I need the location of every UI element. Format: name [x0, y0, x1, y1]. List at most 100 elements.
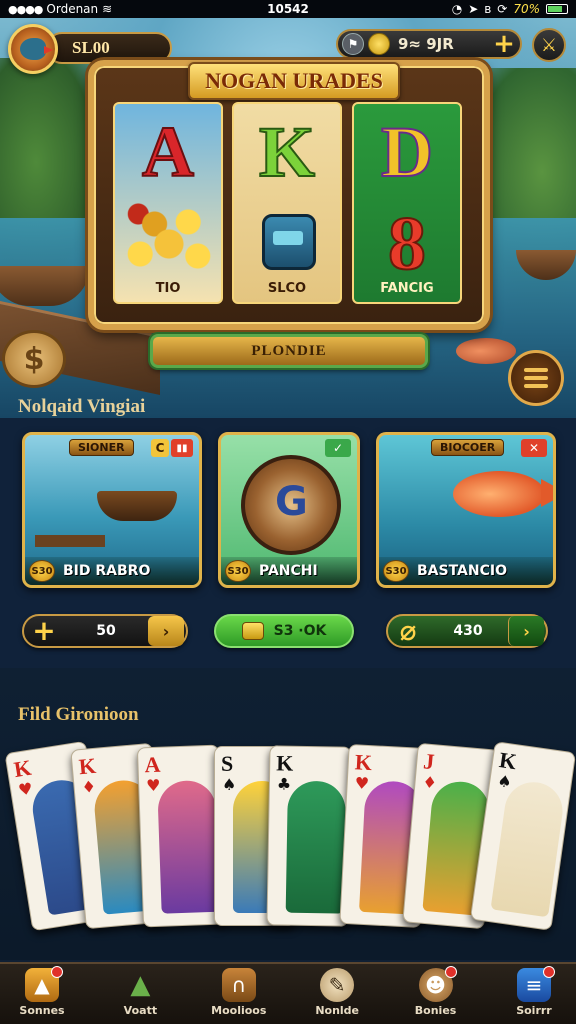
parrot-icon	[20, 38, 53, 60]
reel-1[interactable]: A TIO	[113, 102, 223, 304]
nav-label: Soirrr	[516, 1004, 552, 1017]
tree-glyph: ▲	[130, 970, 151, 1000]
playing-card[interactable]: A ♥	[136, 744, 226, 928]
settings-button[interactable]: ⚔	[532, 28, 566, 62]
card-art	[157, 779, 220, 914]
notification-dot	[51, 966, 63, 978]
increase-bet-button[interactable]: +	[24, 616, 64, 646]
bet-value: S3 ·OK	[273, 623, 327, 639]
coin-value: 9≈ 9JR	[398, 35, 454, 53]
status-right: ◔ ➤ ʙ ⟳ 70%	[452, 2, 568, 16]
monkey-icon: ☻	[418, 966, 457, 1002]
confirm-bet-button[interactable]: S3 ·OK	[214, 614, 354, 648]
reel-symbol-8: 8	[387, 202, 427, 286]
reel-label: SLCO	[267, 281, 307, 296]
nav-label: Nonlde	[315, 1004, 360, 1017]
sync-icon: ⟳	[497, 2, 508, 16]
dollar-coin-icon[interactable]: $	[2, 330, 66, 388]
spade-icon: ♠	[222, 775, 237, 794]
profile-avatar[interactable]	[8, 24, 58, 74]
game-cost-badge: S30	[29, 560, 55, 582]
game-cost-badge: S30	[225, 560, 251, 582]
bluetooth-icon: ʙ	[484, 2, 492, 16]
heart-icon: ♥	[354, 773, 370, 794]
monkey-glyph: ☻	[425, 973, 446, 997]
game-card-shield[interactable]: ✓ S30 PANCHI	[218, 432, 360, 588]
game-card-boat[interactable]: SIONER C ▮▮ S30 BID RABRO	[22, 432, 202, 588]
add-coins-button[interactable]: +	[492, 31, 516, 57]
nav-item-note[interactable]: ✎ Nonlde	[303, 968, 371, 1024]
next-arrow-button[interactable]: ›	[148, 616, 184, 646]
reel-2[interactable]: K SLCO	[232, 102, 342, 304]
game-name: BASTANCIO	[417, 563, 507, 579]
play-button[interactable]: PLONDIE	[150, 334, 428, 368]
balance-value: SL00	[72, 38, 110, 57]
menu-button[interactable]	[508, 350, 564, 406]
notification-dot	[444, 966, 457, 978]
club-icon: ♣	[276, 774, 292, 794]
nav-item-arch[interactable]: ∩ Moolioos	[205, 968, 273, 1024]
coin-balance: ⚑ 9≈ 9JR +	[336, 29, 522, 59]
status-bar: ●●●● Ordenan ≋ 10542 ◔ ➤ ʙ ⟳ 70%	[0, 0, 576, 18]
coin-pile-icon	[121, 184, 217, 284]
card-rank: K	[276, 750, 294, 776]
nav-item-bonus[interactable]: ☻ Bonies	[402, 966, 470, 1024]
menu-line	[524, 376, 548, 380]
close-icon[interactable]: ✕	[521, 439, 547, 457]
carrier-label: Ordenan	[46, 2, 99, 16]
status-left: ●●●● Ordenan ≋	[8, 2, 112, 16]
home-icon: ▲	[25, 966, 63, 1002]
game-tag: BIOCOER	[431, 439, 505, 456]
bet-stepper-1: + 50 ›	[22, 614, 188, 648]
cards-section-title: Fild Gironioon	[18, 704, 139, 725]
reel-symbol-d: D	[380, 111, 434, 193]
game-card-footer: S30 BID RABRO	[25, 557, 199, 585]
battery-percent: 70%	[513, 2, 540, 16]
check-icon: ✓	[325, 439, 351, 457]
location-icon: ➤	[468, 2, 479, 16]
coin-stack-icon	[241, 622, 264, 640]
nav-item-chat[interactable]: ≡ Soirrr	[500, 966, 568, 1024]
diamond-icon: ♦	[421, 772, 438, 793]
reel-label: FANCIG	[380, 281, 434, 296]
arch-icon: ∩	[221, 968, 256, 1002]
next-arrow-button[interactable]: ›	[508, 616, 544, 646]
card-rank: S	[221, 751, 234, 776]
nav-label: Moolioos	[211, 1004, 267, 1017]
alarm-icon: ◔	[451, 2, 463, 16]
game-card-fish[interactable]: BIOCOER ✕ S30 BASTANCIO	[376, 432, 556, 588]
koi-fish-art	[453, 471, 553, 517]
game-card-footer: S30 BASTANCIO	[379, 557, 553, 585]
crossed-swords-icon: ⚔	[540, 34, 558, 56]
chat-icon: ≡	[516, 966, 555, 1002]
notification-dot	[542, 966, 555, 978]
wifi-icon: ≋	[102, 2, 113, 16]
nav-label: Voatt	[123, 1004, 158, 1017]
heart-icon: ♥	[145, 775, 161, 796]
bottom-nav: ▲ Sonnes ▲ Voatt ∩ Moolioos ✎ Nonlde ☻ B…	[0, 962, 576, 1024]
chart-icon: ▮▮	[171, 439, 193, 457]
nav-label: Sonnes	[19, 1004, 65, 1017]
game-name: PANCHI	[259, 563, 318, 579]
nav-item-home[interactable]: ▲ Sonnes	[8, 966, 76, 1024]
pencil-icon: ✎	[320, 968, 355, 1002]
game-card-footer: S30 PANCHI	[221, 557, 357, 585]
reel-label: TIO	[155, 281, 181, 296]
arch-glyph: ∩	[231, 973, 247, 997]
bet-value: 50	[96, 623, 116, 639]
game-tag: SIONER	[69, 439, 134, 456]
link-icon[interactable]: ⌀	[388, 616, 428, 646]
playing-card[interactable]: K ♣	[266, 745, 352, 927]
tree-icon: ▲	[123, 968, 157, 1002]
fish-decor	[456, 338, 516, 364]
clock: 10542	[267, 2, 309, 16]
heart-icon: ♥	[16, 778, 35, 800]
shield-art	[241, 455, 341, 555]
card-art	[285, 780, 346, 914]
card-art	[490, 778, 567, 918]
bet-stepper-3: ⌀ 430 ›	[386, 614, 548, 648]
reel-3[interactable]: D 8 FANCIG	[352, 102, 462, 304]
shop-icon[interactable]: ⚑	[342, 33, 364, 55]
nav-item-tree[interactable]: ▲ Voatt	[106, 968, 174, 1024]
game-name: BID RABRO	[63, 563, 151, 579]
